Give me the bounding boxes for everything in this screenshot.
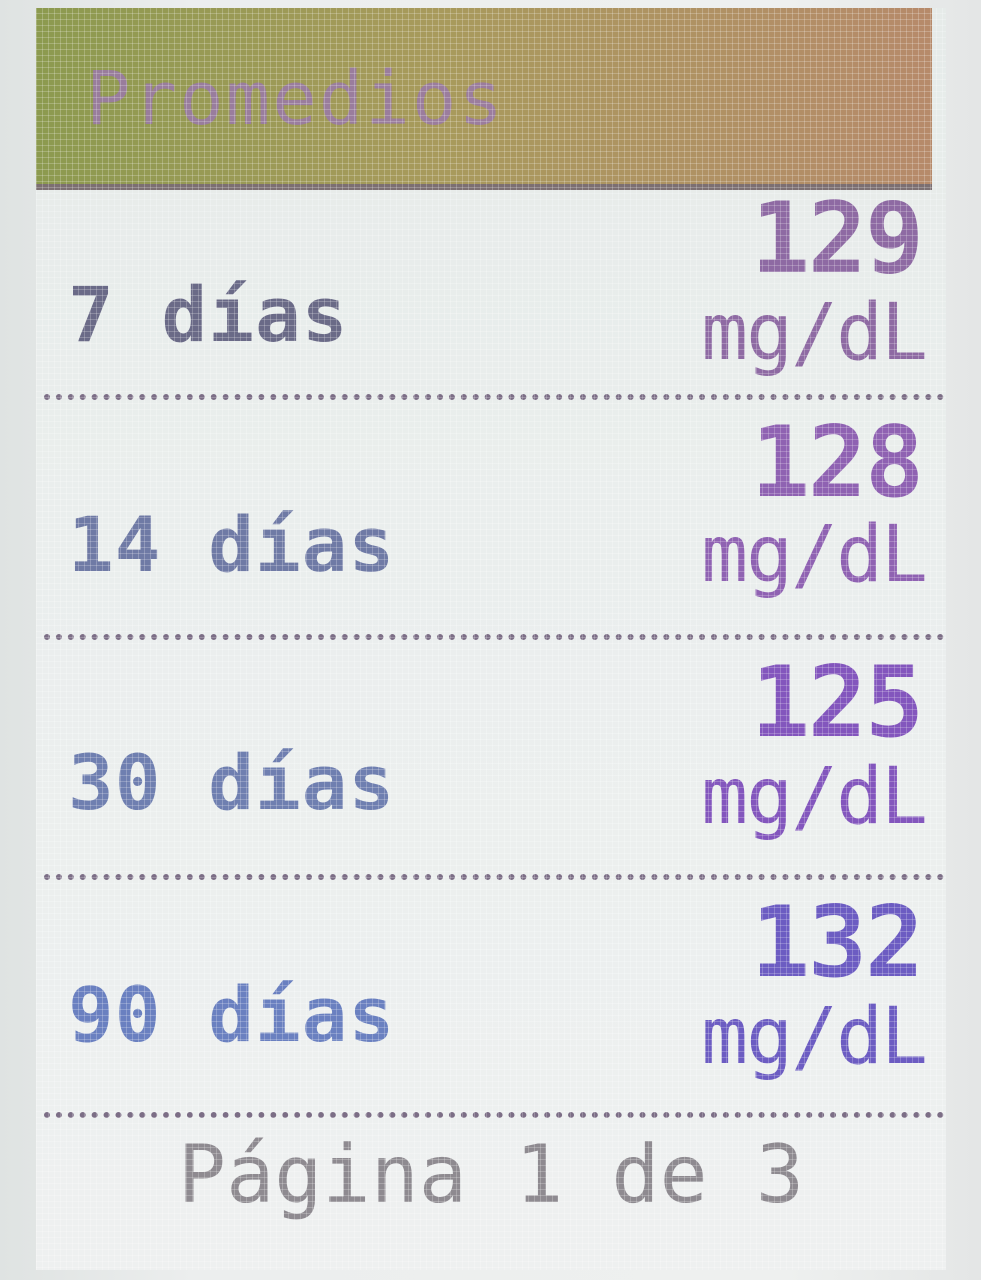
glucometer-device: Promedios 7 días 129 mg/dL 14 días 128 m… (0, 0, 981, 1280)
unit-label: mg/dL (701, 288, 928, 378)
average-value: 128 (750, 406, 924, 520)
period-label: 90 días (68, 970, 396, 1059)
average-row-7-days: 7 días 129 mg/dL (36, 184, 946, 416)
period-label: 30 días (68, 738, 396, 827)
unit-label: mg/dL (701, 752, 928, 842)
average-value: 129 (750, 182, 924, 296)
page-title: Promedios (86, 56, 505, 142)
row-divider (44, 1112, 944, 1118)
average-value: 132 (750, 886, 924, 1000)
page-indicator: Página 1 de 3 (177, 1128, 805, 1221)
row-divider (44, 874, 944, 880)
unit-label: mg/dL (701, 510, 928, 600)
header-bar: Promedios (36, 8, 932, 190)
period-label: 7 días (68, 270, 349, 359)
average-value: 125 (750, 646, 924, 760)
row-divider (44, 394, 944, 400)
average-row-14-days: 14 días 128 mg/dL (36, 406, 946, 638)
average-row-30-days: 30 días 125 mg/dL (36, 646, 946, 878)
period-label: 14 días (68, 500, 396, 589)
row-divider (44, 634, 944, 640)
unit-label: mg/dL (701, 992, 928, 1082)
lcd-screen: Promedios 7 días 129 mg/dL 14 días 128 m… (36, 8, 946, 1270)
average-row-90-days: 90 días 132 mg/dL (36, 886, 946, 1118)
